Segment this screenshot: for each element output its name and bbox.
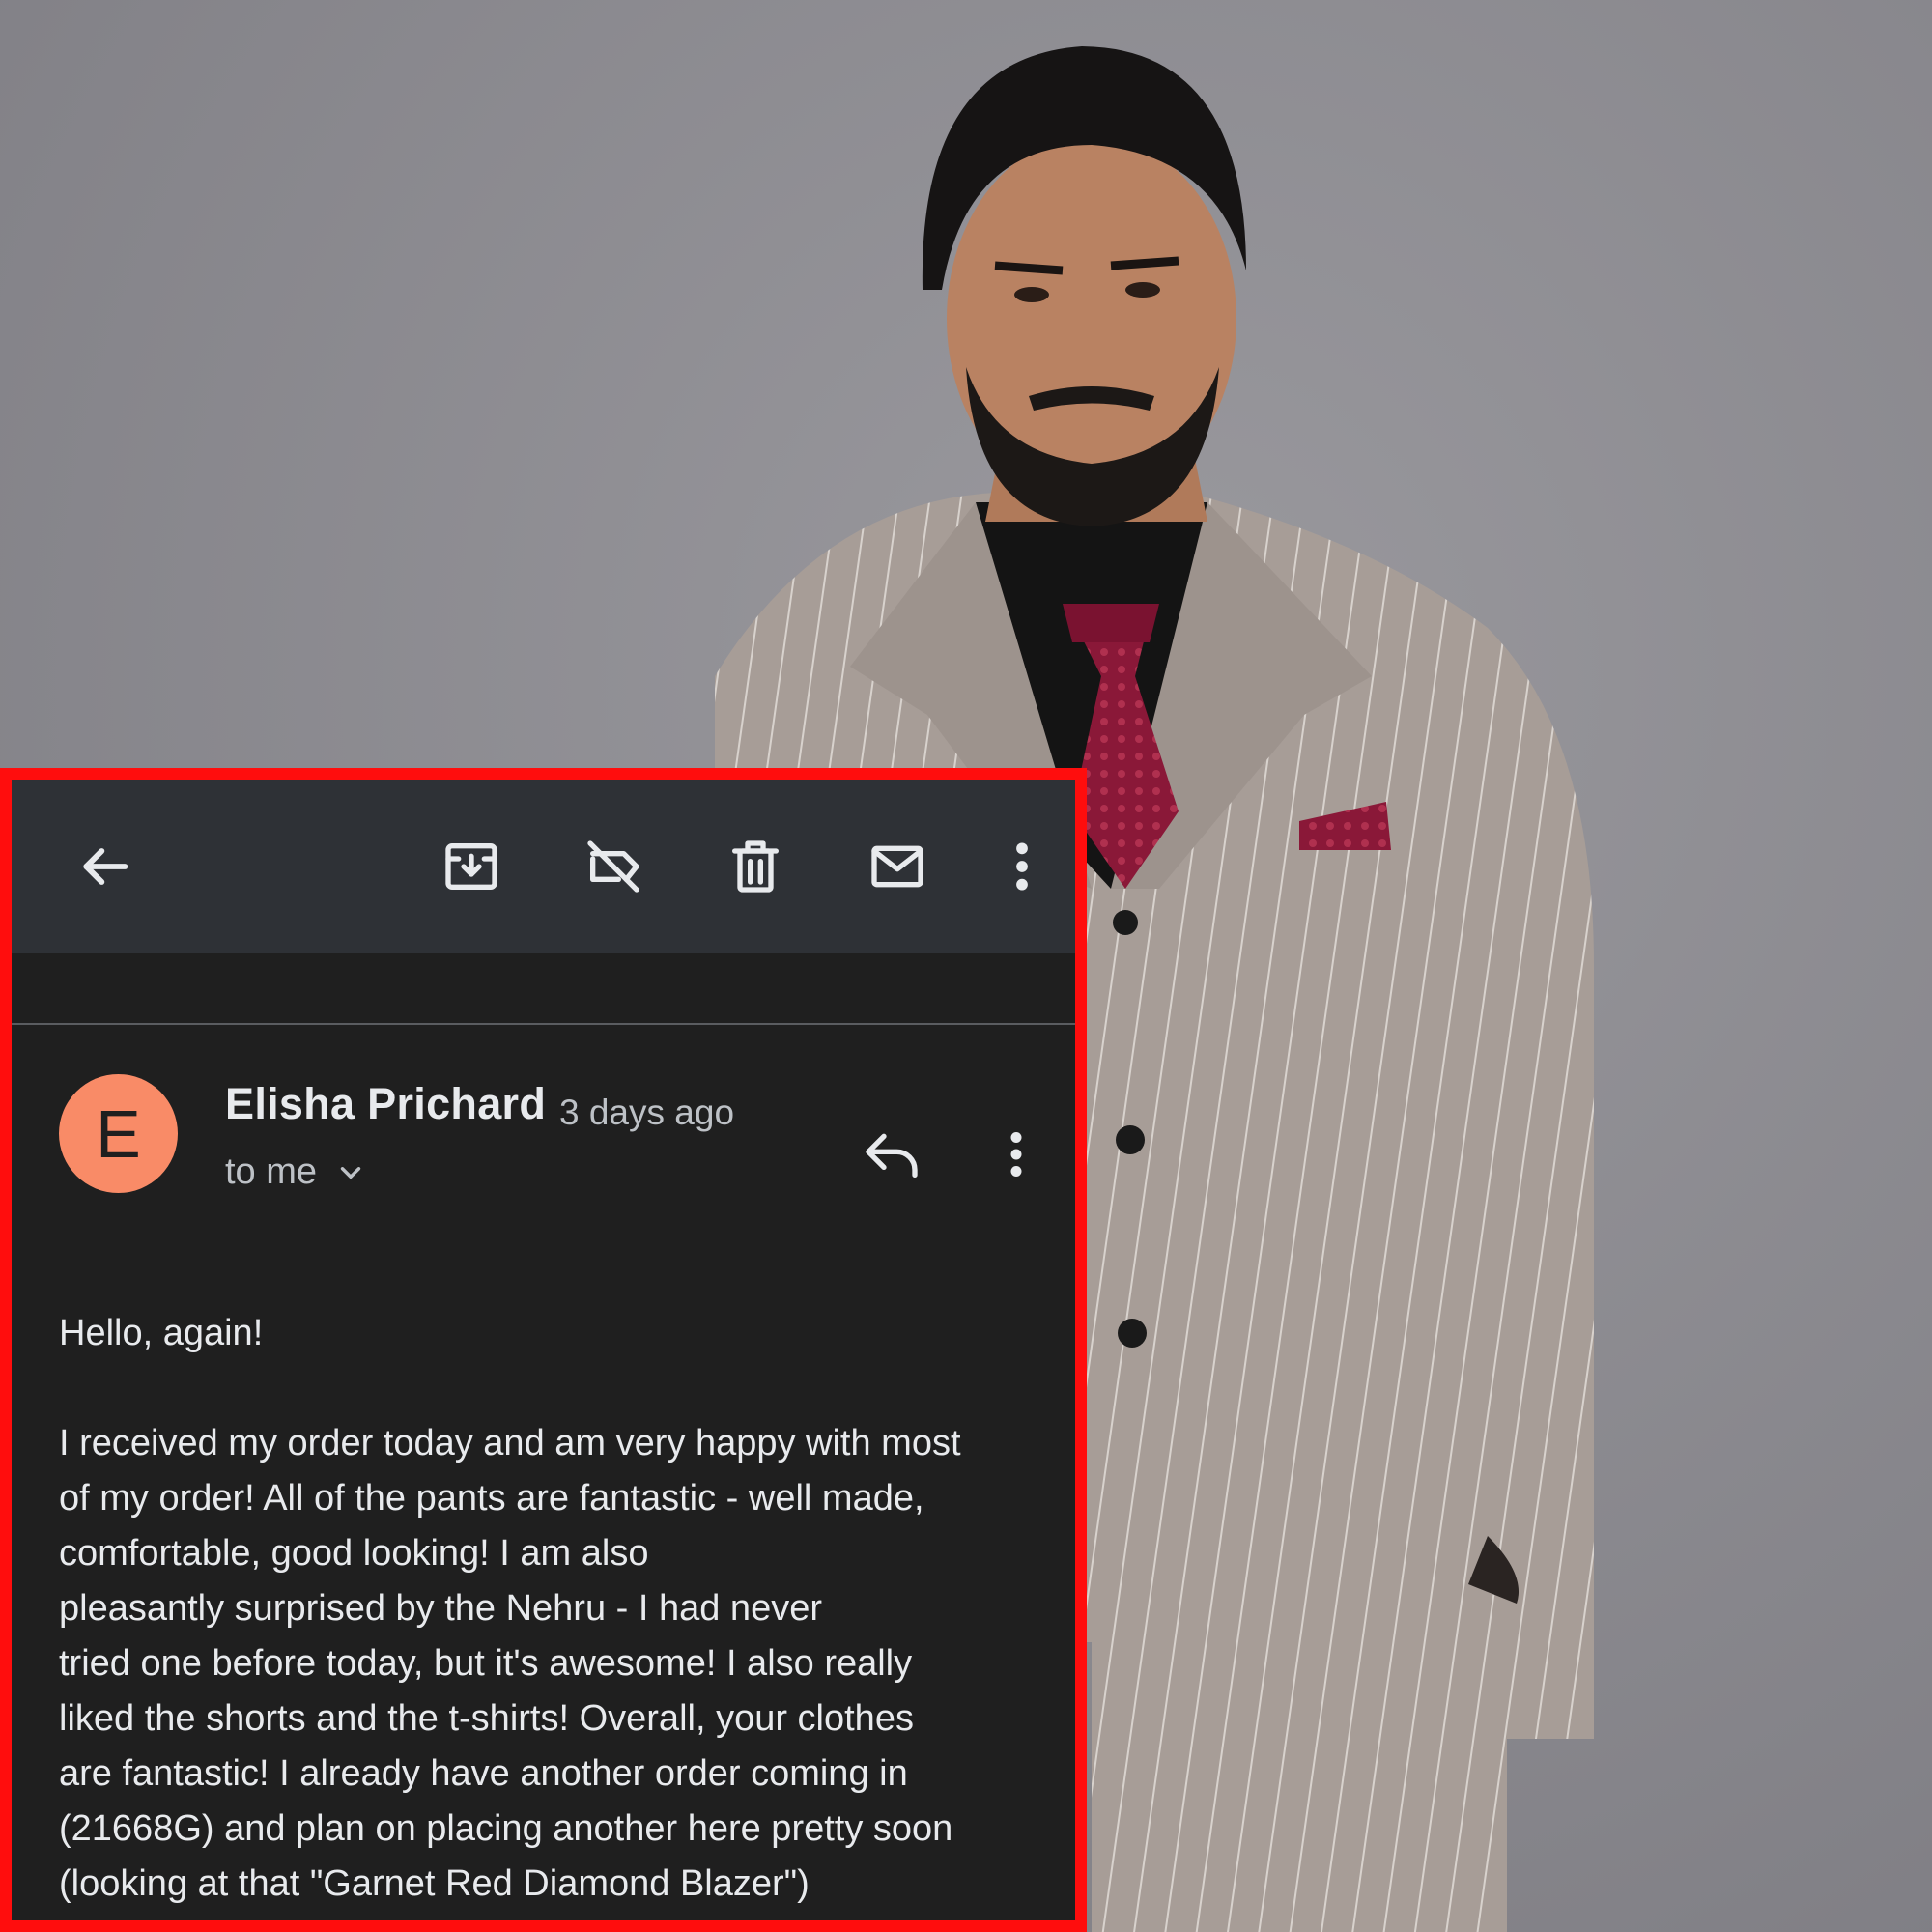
reply-icon xyxy=(866,1133,918,1178)
recipients-toggle[interactable]: to me xyxy=(225,1151,367,1193)
subject-area xyxy=(12,953,1075,1021)
divider xyxy=(12,1023,1075,1025)
label-off-icon xyxy=(587,840,639,893)
mark-unread-button[interactable] xyxy=(861,830,934,903)
body-line: tried one before today, but it's awesome… xyxy=(59,1643,913,1684)
email-card: E Elisha Prichard 3 days ago to me Hello… xyxy=(0,768,1087,1932)
more-options-button[interactable] xyxy=(985,830,1059,903)
toolbar xyxy=(12,780,1075,953)
more-vertical-icon xyxy=(1016,842,1028,891)
recipients-label: to me xyxy=(225,1151,318,1192)
avatar-letter: E xyxy=(96,1095,141,1172)
body-line: (21668G) and plan on placing another her… xyxy=(59,1808,953,1849)
body-line: (looking at that "Garnet Red Diamond Bla… xyxy=(59,1863,810,1904)
avatar[interactable]: E xyxy=(59,1074,178,1193)
remove-label-button[interactable] xyxy=(577,830,650,903)
reply-button[interactable] xyxy=(855,1118,928,1191)
greeting-line: Hello, again! xyxy=(59,1313,264,1353)
body-line: liked the shorts and the t-shirts! Overa… xyxy=(59,1698,914,1739)
delete-button[interactable] xyxy=(719,830,792,903)
message-body: Hello, again! I received my order today … xyxy=(59,1306,1064,1912)
back-button[interactable] xyxy=(68,830,141,903)
body-line: of my order! All of the pants are fantas… xyxy=(59,1478,924,1519)
sender-name[interactable]: Elisha Prichard xyxy=(225,1079,546,1129)
body-line: comfortable, good looking! I am also xyxy=(59,1533,649,1574)
more-vertical-icon xyxy=(1010,1132,1022,1177)
chevron-down-icon xyxy=(340,1166,361,1179)
archive-icon xyxy=(445,843,497,890)
body-line: I received my order today and am very ha… xyxy=(59,1423,961,1463)
arrow-left-icon xyxy=(83,848,128,885)
mail-icon xyxy=(871,845,923,888)
body-line: are fantastic! I already have another or… xyxy=(59,1753,908,1794)
trash-icon xyxy=(732,840,779,893)
body-line: pleasantly surprised by the Nehru - I ha… xyxy=(59,1588,822,1629)
sent-time: 3 days ago xyxy=(559,1093,735,1132)
message-more-button[interactable] xyxy=(987,1118,1045,1191)
archive-button[interactable] xyxy=(435,830,508,903)
